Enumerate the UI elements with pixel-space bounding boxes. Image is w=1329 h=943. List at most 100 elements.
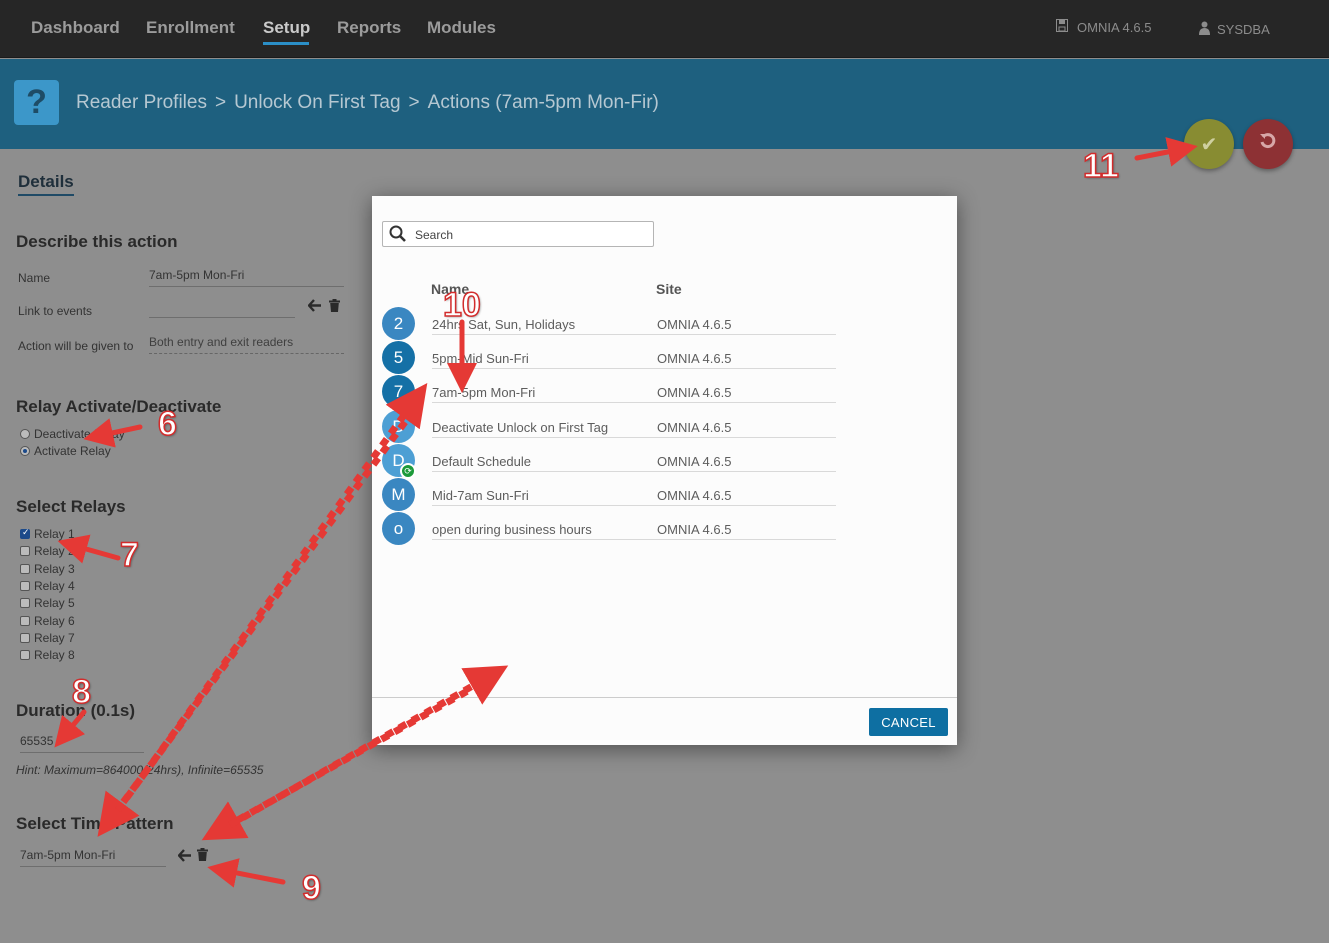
radio-label: Deactivate Relay — [34, 427, 125, 441]
time-pattern-field[interactable]: 7am-5pm Mon-Fri — [20, 848, 166, 867]
undo-button[interactable] — [1243, 119, 1293, 169]
relay-8-checkbox[interactable]: Relay 8 — [20, 648, 75, 662]
breadcrumb-unlock-on-first-tag[interactable]: Unlock On First Tag — [234, 92, 400, 113]
checkbox-label: Relay 3 — [34, 562, 75, 576]
describe-section-title: Describe this action — [16, 232, 178, 251]
callout-11: 11 — [1082, 146, 1119, 186]
name-field[interactable]: 7am-5pm Mon-Fri — [149, 268, 344, 287]
row-name: Default Schedule — [432, 454, 532, 469]
cancel-button[interactable]: CANCEL — [869, 708, 948, 736]
breadcrumb-actions: Actions (7am-5pm Mon-Fir) — [427, 92, 659, 113]
nav-reports[interactable]: Reports — [337, 18, 401, 38]
duration-field[interactable]: 65535 — [20, 734, 144, 753]
version-label: OMNIA 4.6.5 — [1077, 20, 1152, 35]
row-site: OMNIA 4.6.5 — [657, 317, 732, 332]
arrow-left-icon[interactable] — [307, 299, 322, 316]
search-box[interactable] — [382, 221, 654, 247]
page-header: ? Reader Profiles > Unlock On First Tag > Ac… — [0, 59, 1329, 149]
radio-button[interactable] — [20, 429, 30, 439]
checkbox-label: Relay 2 — [34, 544, 75, 558]
arrow-11 — [1134, 137, 1198, 167]
radio-label: Activate Relay — [34, 444, 111, 458]
user-icon — [1199, 21, 1210, 38]
row-divider — [432, 539, 836, 540]
avatar: 2 — [382, 307, 415, 340]
checkbox-label: Relay 6 — [34, 614, 75, 628]
row-name: Mid-7am Sun-Fri — [432, 488, 529, 503]
row-site: OMNIA 4.6.5 — [657, 454, 732, 469]
row-site: OMNIA 4.6.5 — [657, 385, 732, 400]
row-name: open during business hours — [432, 522, 592, 537]
relay-5-checkbox[interactable]: Relay 5 — [20, 596, 75, 610]
checkbox[interactable] — [20, 564, 30, 574]
dialog-footer-divider — [372, 697, 957, 698]
search-input[interactable] — [415, 226, 645, 243]
checkbox-label: Relay 8 — [34, 648, 75, 662]
avatar: 7 — [382, 375, 415, 408]
checkbox-label: Relay 1 — [34, 527, 75, 541]
avatar: o — [382, 512, 415, 545]
radio-activate-relay[interactable]: Activate Relay — [20, 444, 111, 458]
relay-6-checkbox[interactable]: Relay 6 — [20, 614, 75, 628]
nav-enrollment[interactable]: Enrollment — [146, 18, 235, 38]
tab-active-indicator — [18, 194, 74, 196]
breadcrumb: Reader Profiles > Unlock On First Tag > Acti… — [76, 92, 663, 114]
nav-setup[interactable]: Setup — [263, 18, 310, 38]
list-item[interactable]: 5 5pm-Mid Sun-Fri OMNIA 4.6.5 — [382, 341, 836, 375]
action-given-field[interactable]: Both entry and exit readers — [149, 335, 344, 354]
column-header-site[interactable]: Site — [656, 281, 682, 297]
user-name[interactable]: SYSDBA — [1217, 22, 1270, 37]
sync-icon: ⟳ — [400, 463, 416, 479]
list-item[interactable]: M Mid-7am Sun-Fri OMNIA 4.6.5 — [382, 478, 836, 512]
list-item[interactable]: o open during business hours OMNIA 4.6.5 — [382, 512, 836, 546]
details-form: Details Describe this action Name 7am-5p… — [0, 149, 372, 943]
tab-details[interactable]: Details — [18, 172, 74, 192]
top-nav: Dashboard Enrollment Setup Reports Modul… — [0, 0, 1329, 58]
checkbox-label: Relay 4 — [34, 579, 75, 593]
checkbox[interactable] — [20, 546, 30, 556]
nav-dashboard[interactable]: Dashboard — [31, 18, 120, 38]
link-to-events-label: Link to events — [18, 304, 93, 318]
avatar: D — [382, 410, 415, 443]
relay-3-checkbox[interactable]: Relay 3 — [20, 562, 75, 576]
search-icon — [389, 225, 407, 243]
checkbox-label: Relay 7 — [34, 631, 75, 645]
avatar: M — [382, 478, 415, 511]
row-site: OMNIA 4.6.5 — [657, 420, 732, 435]
trash-icon[interactable] — [329, 299, 340, 316]
relay-2-checkbox[interactable]: Relay 2 — [20, 544, 75, 558]
row-name: Deactivate Unlock on First Tag — [432, 420, 609, 435]
link-to-events-field[interactable] — [149, 301, 295, 318]
checkbox[interactable] — [20, 650, 30, 660]
checkbox[interactable] — [20, 527, 30, 539]
checkmark-icon: ✔ — [1200, 133, 1218, 156]
save-button[interactable]: ✔ — [1184, 119, 1234, 169]
list-item[interactable]: 7 7am-5pm Mon-Fri OMNIA 4.6.5 — [382, 375, 836, 409]
row-site: OMNIA 4.6.5 — [657, 522, 732, 537]
arrow-left-icon[interactable] — [177, 849, 192, 866]
relay-7-checkbox[interactable]: Relay 7 — [20, 631, 75, 645]
radio-button[interactable] — [20, 446, 30, 456]
radio-deactivate-relay[interactable]: Deactivate Relay — [20, 427, 125, 441]
checkbox[interactable] — [20, 598, 30, 608]
breadcrumb-reader-profiles[interactable]: Reader Profiles — [76, 92, 207, 113]
list-item[interactable]: D ⟳ Default Schedule OMNIA 4.6.5 — [382, 444, 836, 479]
checkbox[interactable] — [20, 633, 30, 643]
checkbox[interactable] — [20, 581, 30, 591]
help-icon[interactable]: ? — [14, 80, 59, 125]
list-item[interactable]: D Deactivate Unlock on First Tag OMNIA 4… — [382, 410, 836, 444]
breadcrumb-separator: > — [408, 92, 420, 113]
undo-icon — [1259, 132, 1277, 156]
relay-1-checkbox[interactable]: Relay 1 — [20, 527, 75, 541]
trash-icon[interactable] — [197, 848, 208, 865]
checkbox[interactable] — [20, 616, 30, 626]
callout-8: 8 — [71, 672, 91, 712]
nav-modules[interactable]: Modules — [427, 18, 496, 38]
action-given-label: Action will be given to — [18, 339, 134, 353]
row-divider — [432, 402, 836, 403]
row-site: OMNIA 4.6.5 — [657, 488, 732, 503]
nav-active-indicator — [263, 42, 309, 45]
relay-4-checkbox[interactable]: Relay 4 — [20, 579, 75, 593]
callout-6: 6 — [157, 404, 177, 444]
row-divider — [432, 368, 836, 369]
